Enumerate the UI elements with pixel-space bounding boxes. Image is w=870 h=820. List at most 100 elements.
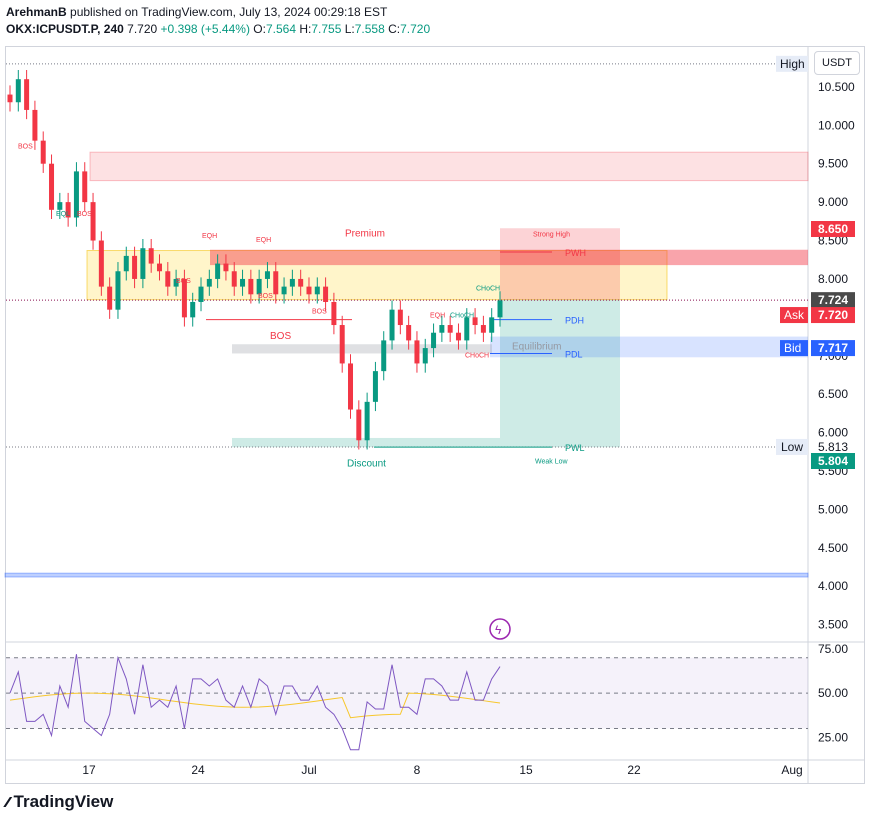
- price-tick: 4.000: [818, 579, 848, 593]
- strong-high-box: [500, 228, 620, 300]
- logo-text: TradingView: [13, 792, 114, 811]
- weak-low-label: Weak Low: [535, 458, 568, 465]
- candle: [414, 340, 420, 364]
- bid-label: Bid: [784, 341, 801, 355]
- candle: [331, 301, 337, 326]
- candle: [148, 248, 154, 264]
- candle: [90, 202, 96, 241]
- candle: [406, 325, 412, 341]
- candle: [480, 325, 486, 333]
- candle: [364, 401, 370, 441]
- eqh-label: EQH: [256, 237, 271, 244]
- rsi-tick: 75.00: [818, 642, 848, 656]
- candle: [381, 340, 387, 372]
- time-tick: Jul: [301, 763, 316, 777]
- horizontal-band: [4, 572, 809, 578]
- candle: [339, 325, 345, 364]
- discount-label: Discount: [347, 458, 386, 469]
- candle: [314, 286, 320, 295]
- tradingview-logo: ⁄⁄⁄ TradingView: [6, 792, 113, 812]
- candle: [231, 271, 237, 287]
- price-tick: 9.500: [818, 157, 848, 171]
- bos-label: BOS: [270, 331, 291, 342]
- candle: [132, 255, 138, 279]
- candle: [298, 278, 304, 287]
- price-tick: 5.000: [818, 502, 848, 516]
- candle: [464, 317, 470, 341]
- time-tick: 22: [627, 763, 641, 777]
- eqh-label: EQH: [202, 233, 217, 240]
- candle: [289, 278, 295, 287]
- candle: [264, 271, 270, 279]
- strong-high-label: Strong High: [533, 232, 570, 239]
- price-tick: 10.500: [818, 80, 855, 94]
- candle: [165, 271, 171, 287]
- candle: [98, 240, 104, 287]
- candle: [198, 286, 204, 302]
- low-label: Low: [781, 440, 803, 454]
- candle: [497, 300, 503, 318]
- time-tick: 8: [414, 763, 421, 777]
- candle: [115, 271, 121, 310]
- candle: [107, 286, 113, 310]
- candle: [223, 263, 229, 272]
- candle: [140, 248, 146, 279]
- candle: [190, 301, 196, 318]
- candle: [206, 278, 212, 287]
- high-label: High: [780, 57, 805, 71]
- candle: [348, 363, 354, 410]
- candle: [40, 140, 46, 164]
- candle: [431, 332, 437, 349]
- time-tick: 17: [82, 763, 96, 777]
- eql-label: EQL: [56, 211, 70, 218]
- price-tick: 6.000: [818, 426, 848, 440]
- supply-zone: [89, 151, 809, 182]
- pdl-label: PDL: [565, 349, 583, 359]
- candle: [281, 286, 287, 295]
- bos-small-label: BOS: [312, 309, 327, 316]
- ask-label: Ask: [784, 308, 805, 322]
- equilibrium-zone: [232, 344, 492, 354]
- price-tick: 6.500: [818, 387, 848, 401]
- rsi-tick: 25.00: [818, 730, 848, 744]
- time-tick: Aug: [781, 763, 802, 777]
- bos-small-label: BOS: [258, 293, 273, 300]
- candle: [240, 278, 246, 287]
- rsi-tick: 50.00: [818, 686, 848, 700]
- candle: [7, 94, 13, 103]
- candle: [439, 325, 445, 333]
- tv-logo-icon: ⁄⁄⁄: [6, 793, 9, 811]
- candle: [372, 371, 378, 402]
- candle: [82, 171, 88, 203]
- equilibrium-label: Equilibrium: [512, 342, 561, 353]
- chart-canvas[interactable]: PWH PDH PDL PWL Premium Discount Equilibrium St…: [0, 0, 870, 790]
- time-tick: 24: [191, 763, 205, 777]
- pwh-label: PWH: [565, 248, 586, 258]
- candle: [123, 255, 129, 272]
- alert-price-tag: 8.650: [818, 222, 848, 236]
- candle: [32, 109, 38, 141]
- green-price-tag: 5.804: [818, 454, 848, 468]
- price-tick: 9.000: [818, 195, 848, 209]
- bos-small-label: BOS: [18, 143, 33, 150]
- candle: [447, 325, 453, 333]
- choch-bear-label: CHoCH: [465, 352, 489, 359]
- candle: [156, 263, 162, 272]
- candle: [15, 79, 21, 103]
- candle: [422, 348, 428, 364]
- currency-button[interactable]: USDT: [814, 51, 860, 75]
- candle: [389, 309, 395, 341]
- current-price-tag: 7.724: [818, 293, 848, 307]
- candle: [356, 409, 362, 441]
- price-tick: 3.500: [818, 618, 848, 632]
- pwl-label: PWL: [565, 443, 585, 453]
- pdh-label: PDH: [565, 316, 584, 326]
- bid-price-tag: 7.717: [818, 341, 848, 355]
- candle: [397, 309, 403, 326]
- bos-small-label: BOS: [176, 278, 191, 285]
- candle: [455, 332, 461, 341]
- time-tick: 15: [519, 763, 533, 777]
- price-tick: 4.500: [818, 541, 848, 555]
- candle: [256, 278, 262, 295]
- candle: [24, 79, 30, 110]
